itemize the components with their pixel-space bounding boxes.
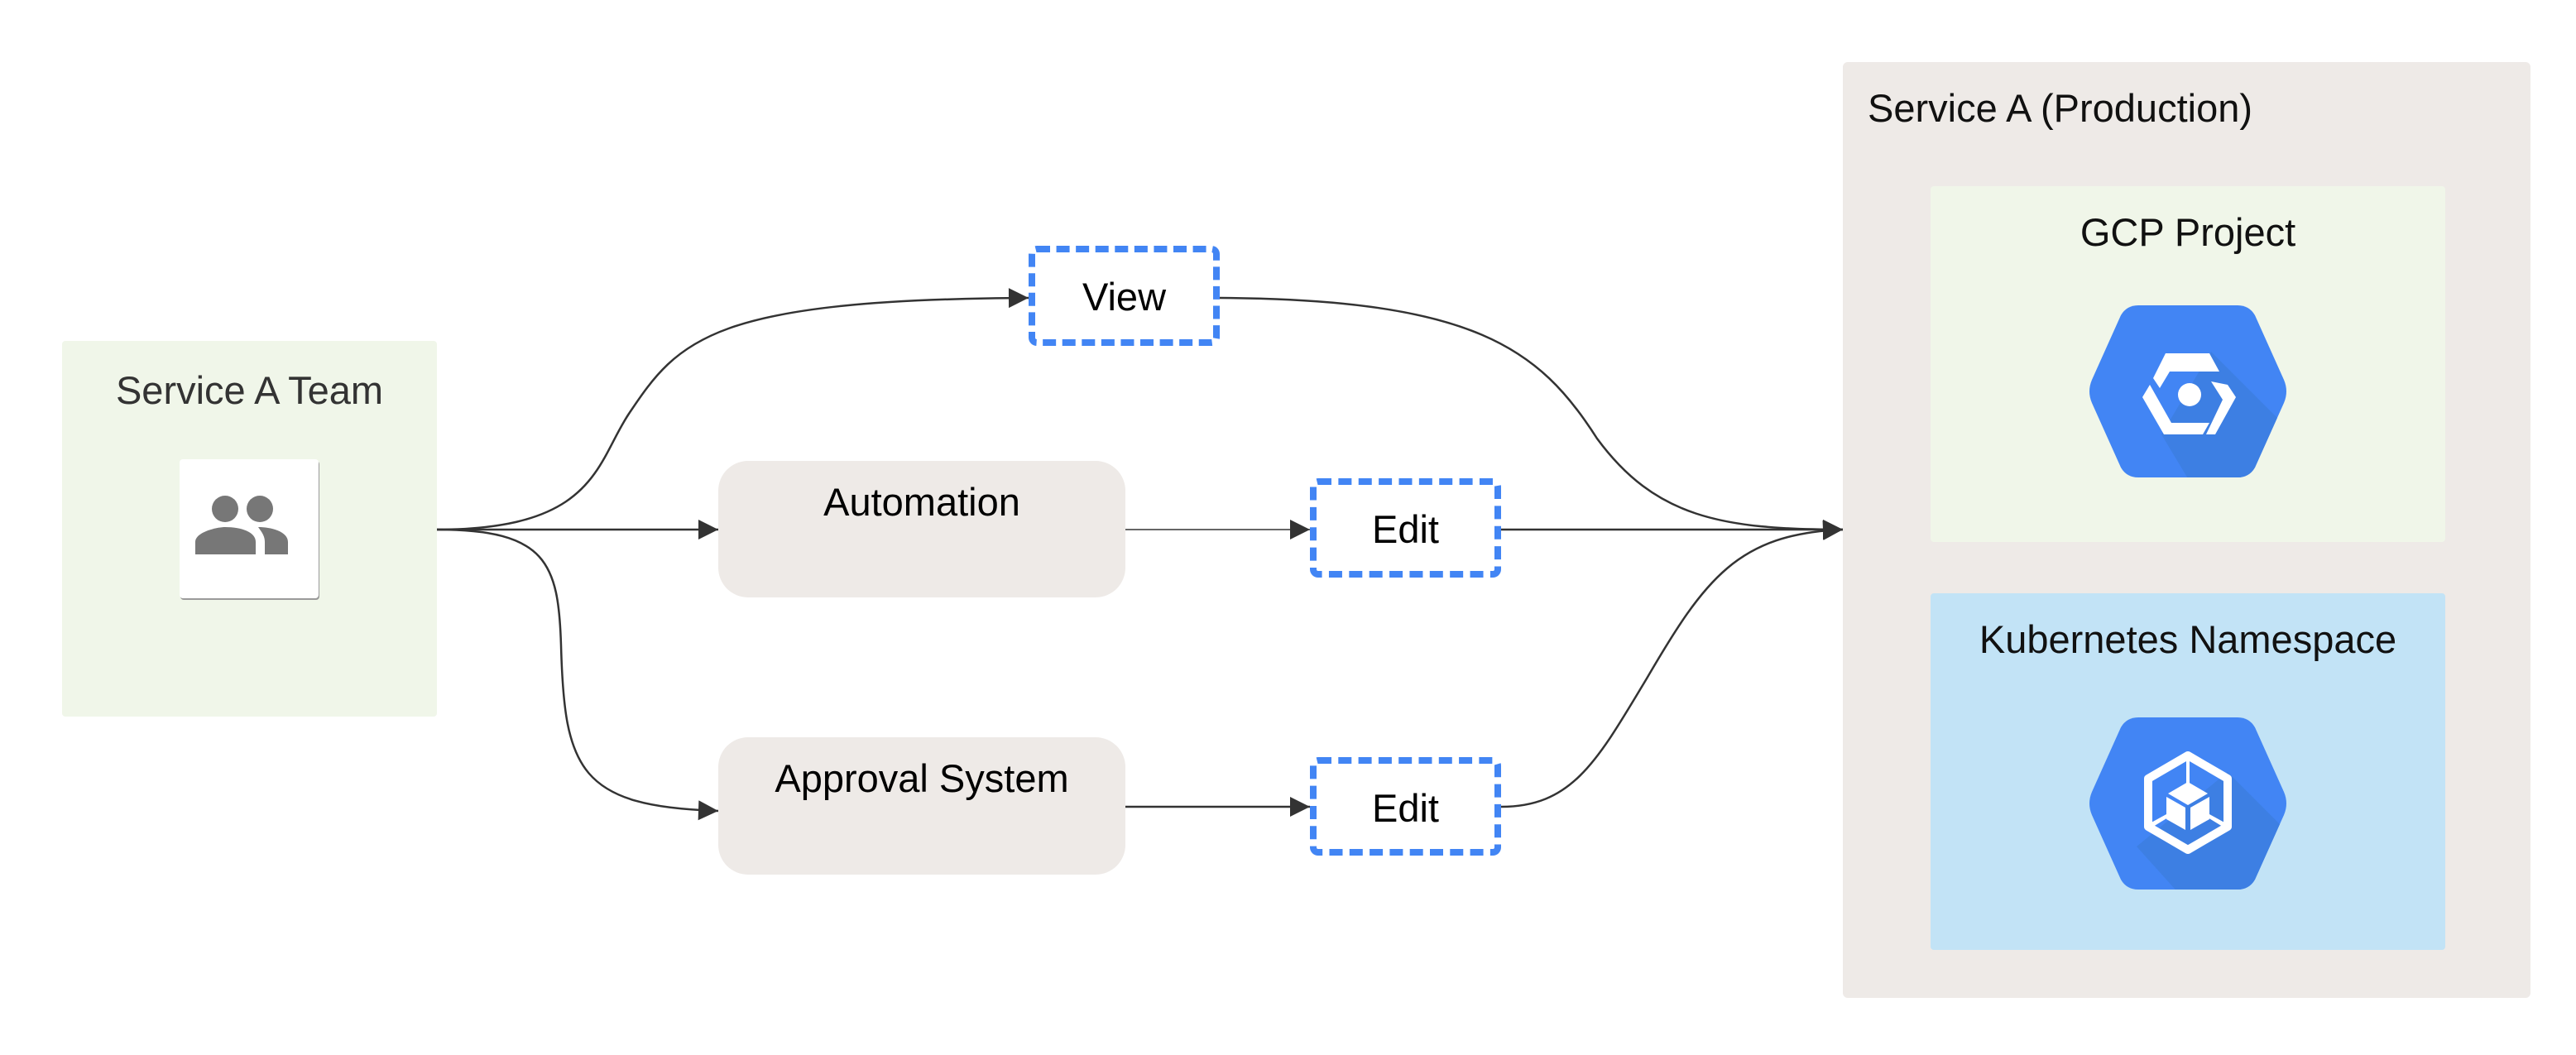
edge-edit-approval-to-production <box>1500 520 1844 808</box>
approval-system-box[interactable]: Approval System <box>718 737 1125 875</box>
gcp-project-label: GCP Project <box>2080 210 2296 254</box>
people-icon-card[interactable] <box>180 459 319 598</box>
automation-box[interactable]: Automation <box>718 461 1125 597</box>
gcp-project-panel[interactable]: GCP Project <box>1931 186 2445 542</box>
view-permission-label: View <box>1082 275 1167 319</box>
gcp-project-icon <box>2089 305 2286 477</box>
kubernetes-namespace-label: Kubernetes Namespace <box>1979 617 2397 661</box>
approval-system-label: Approval System <box>775 756 1069 800</box>
kubernetes-namespace-panel[interactable]: Kubernetes Namespace <box>1931 593 2445 950</box>
kubernetes-namespace-icon <box>2089 717 2286 890</box>
production-title: Service A (Production) <box>1868 86 2252 130</box>
edit-permission-label: Edit <box>1372 507 1439 551</box>
edit-permission-label: Edit <box>1372 786 1439 830</box>
edit-permission-box-approval[interactable]: Edit <box>1310 757 1501 856</box>
people-icon <box>195 496 288 554</box>
automation-label: Automation <box>823 480 1020 524</box>
edit-permission-box-automation[interactable]: Edit <box>1310 478 1501 578</box>
edge-team-to-approval <box>436 528 719 821</box>
service-team-title: Service A Team <box>115 368 384 412</box>
view-permission-box[interactable]: View <box>1029 246 1220 346</box>
